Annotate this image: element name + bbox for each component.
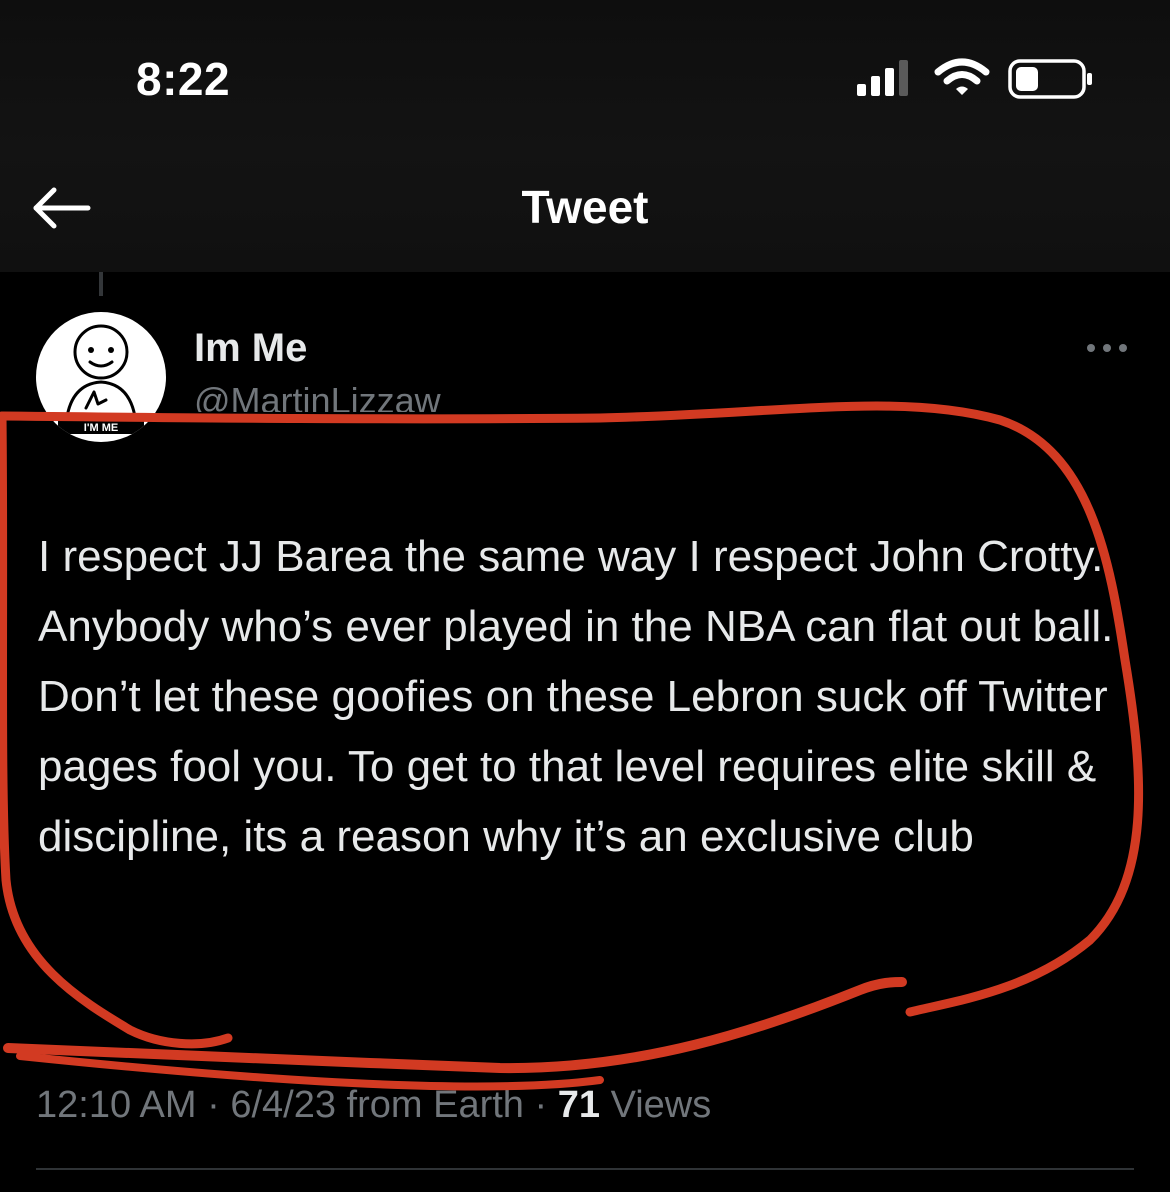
page-title: Tweet xyxy=(521,181,649,233)
battery-icon xyxy=(1008,59,1092,99)
divider xyxy=(36,1168,1134,1170)
more-horizontal-icon xyxy=(1087,344,1127,352)
avatar-badge-text: I'M ME xyxy=(84,422,118,434)
views-label[interactable]: Views xyxy=(611,1084,712,1126)
thread-connector-line xyxy=(99,272,103,296)
display-name[interactable]: Im Me xyxy=(194,326,307,371)
meta-separator: · xyxy=(207,1084,220,1126)
status-time: 8:22 xyxy=(136,53,231,105)
wifi-icon xyxy=(934,58,990,95)
avatar-illustration-icon: I'M ME xyxy=(58,324,144,434)
tweet-meta: 12:10 AM · 6/4/23 from Earth · 71 Views xyxy=(36,1084,711,1127)
avatar[interactable]: I'M ME xyxy=(36,312,166,442)
meta-separator: · xyxy=(534,1084,548,1126)
tweet-text: I respect JJ Barea the same way I respec… xyxy=(38,532,1126,861)
cellular-signal-icon xyxy=(857,60,908,96)
user-handle[interactable]: @MartinLizzaw xyxy=(194,380,441,412)
tweet-time: 12:10 AM xyxy=(36,1084,197,1126)
more-options-button[interactable] xyxy=(1082,332,1132,364)
tweet-screen: 8:22 Tweet I'M ME Im Me @MartinLizzaw I … xyxy=(0,0,1170,1192)
tweet-date-source: 6/4/23 from Earth xyxy=(230,1084,524,1126)
views-count[interactable]: 71 xyxy=(558,1084,600,1126)
header-area: 8:22 Tweet xyxy=(0,0,1170,272)
